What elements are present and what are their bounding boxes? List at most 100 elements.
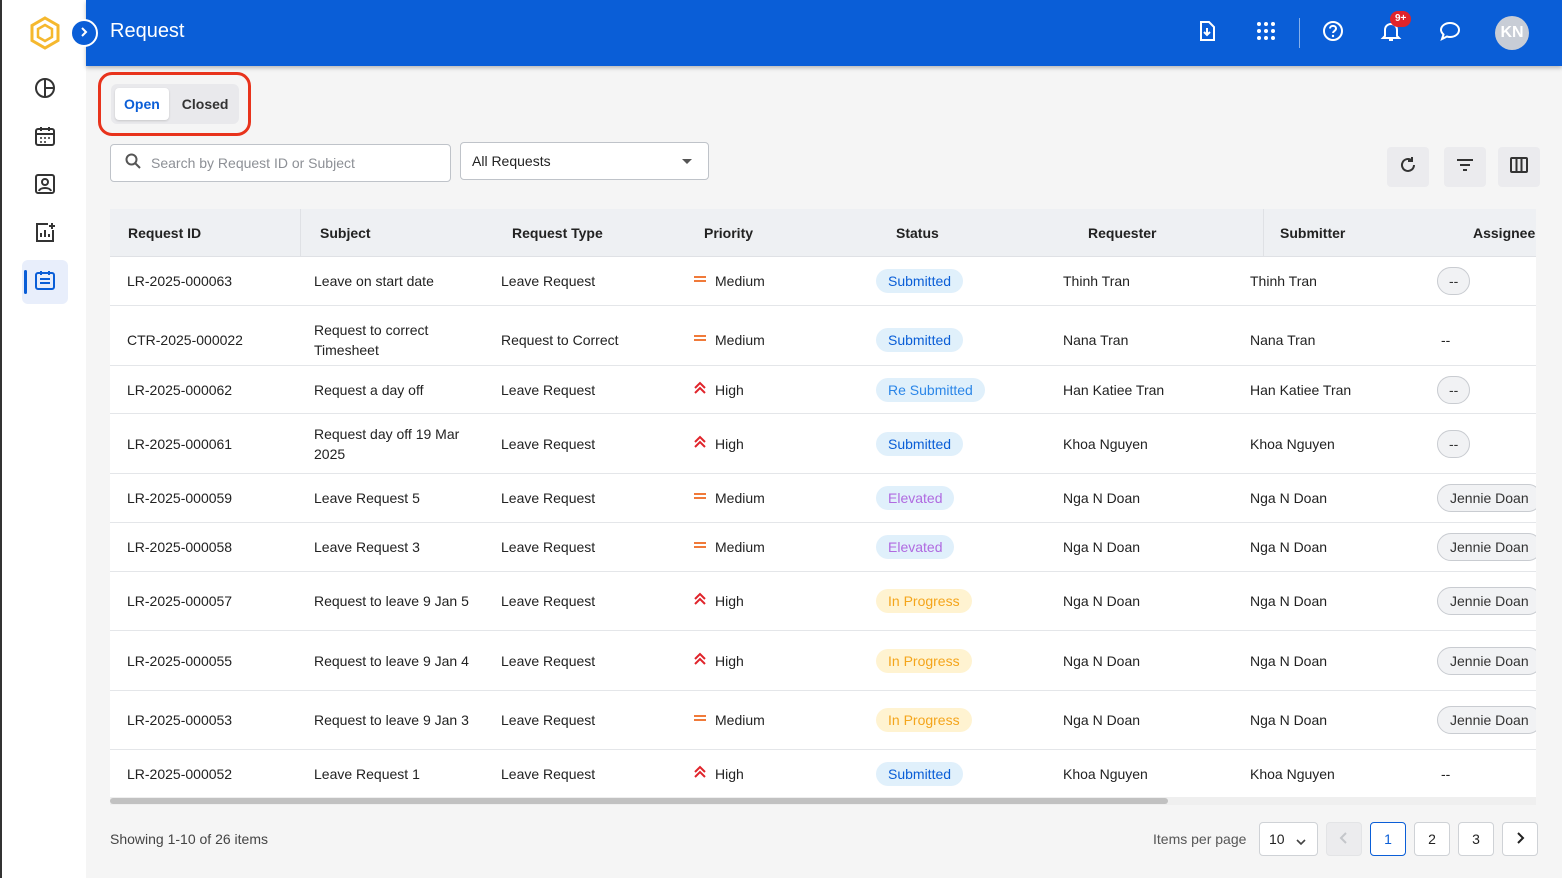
priority-high-icon	[693, 434, 707, 454]
assignee-cell: --	[1441, 330, 1450, 350]
assignee-cell: --	[1437, 429, 1471, 458]
table-row[interactable]: CTR-2025-000022 Request to correct Timesh…	[110, 314, 1536, 366]
column-header-submitter[interactable]: Submitter	[1280, 225, 1345, 241]
status-badge: Submitted	[876, 327, 964, 352]
assignee-cell: Jennie Doan	[1437, 587, 1536, 615]
column-divider	[1263, 209, 1264, 257]
submitter-cell: Nana Tran	[1250, 331, 1316, 348]
assignee-chip[interactable]: Jennie Doan	[1437, 646, 1536, 675]
priority-cell: Medium	[693, 710, 765, 730]
priority-high-icon	[693, 764, 707, 784]
request-type-cell: Leave Request	[501, 381, 596, 398]
scrollbar-thumb[interactable]	[110, 798, 1168, 804]
sidebar-item-calendar[interactable]	[22, 116, 68, 160]
subject-cell: Leave Request 3	[314, 539, 420, 555]
column-header-requester[interactable]: Requester	[1088, 225, 1156, 241]
subject-cell: Request day off 19 Mar 2025	[314, 425, 460, 462]
table-row[interactable]: LR-2025-000061 Request day off 19 Mar 202…	[110, 414, 1536, 474]
priority-cell: High	[693, 434, 744, 454]
sidebar-item-dashboard[interactable]	[22, 68, 68, 112]
table-row[interactable]: LR-2025-000058 Leave Request 3 Leave Reque…	[110, 523, 1536, 572]
assignee-chip[interactable]: Jennie Doan	[1437, 587, 1536, 615]
assignee-chip[interactable]: Jennie Doan	[1437, 484, 1536, 512]
next-page-button[interactable]	[1502, 822, 1538, 856]
status-cell: In Progress	[876, 589, 972, 613]
chevron-left-icon	[1339, 831, 1349, 847]
sidebar-item-profile[interactable]	[22, 164, 68, 208]
help-button[interactable]	[1318, 18, 1348, 48]
filter-button[interactable]	[1444, 147, 1486, 187]
assignee-empty: --	[1441, 766, 1451, 782]
request-filter-select[interactable]: All Requests	[460, 142, 709, 180]
table-row[interactable]: LR-2025-000059 Leave Request 5 Leave Reque…	[110, 474, 1536, 523]
priority-medium-icon	[693, 537, 707, 557]
horizontal-scrollbar[interactable]	[110, 797, 1536, 805]
request-type-cell: Leave Request	[501, 273, 596, 289]
requester-cell: Nga N Doan	[1063, 593, 1141, 609]
app-logo-icon[interactable]	[28, 16, 62, 50]
requester-cell: Thinh Tran	[1063, 273, 1130, 289]
assignee-chip[interactable]: --	[1437, 267, 1471, 295]
apps-grid-button[interactable]	[1251, 18, 1281, 48]
priority-label: High	[715, 381, 744, 398]
page-button-1[interactable]: 1	[1370, 822, 1406, 856]
sidebar-item-requests[interactable]	[22, 260, 68, 304]
help-icon	[1322, 20, 1344, 47]
chat-button[interactable]	[1435, 18, 1465, 48]
table-row[interactable]: LR-2025-000053 Request to leave 9 Jan 3 Le…	[110, 691, 1536, 750]
assignee-cell: --	[1441, 764, 1450, 784]
column-header-assignee[interactable]: Assignee	[1473, 225, 1535, 241]
column-header-status[interactable]: Status	[896, 225, 939, 241]
assignee-cell: --	[1437, 375, 1471, 404]
sidebar-expand-button[interactable]	[70, 19, 98, 47]
assignee-chip[interactable]: Jennie Doan	[1437, 706, 1536, 734]
table-row[interactable]: LR-2025-000055 Request to leave 9 Jan 4 Le…	[110, 631, 1536, 691]
column-header-request-id[interactable]: Request ID	[128, 225, 201, 241]
table-row[interactable]: LR-2025-000062 Request a day off Leave Req…	[110, 366, 1536, 414]
assignee-cell: Jennie Doan	[1437, 533, 1536, 561]
page-button-3[interactable]: 3	[1458, 822, 1494, 856]
table-row[interactable]: LR-2025-000063 Leave on start date Leave R…	[110, 257, 1536, 306]
user-avatar[interactable]: KN	[1495, 16, 1529, 50]
requester-cell: Nga N Doan	[1063, 490, 1141, 506]
sidebar-item-analytics[interactable]	[22, 212, 68, 256]
submitter-cell: Han Katiee Tran	[1250, 381, 1352, 398]
priority-high-icon	[693, 380, 707, 400]
refresh-button[interactable]	[1387, 147, 1429, 187]
column-header-subject[interactable]: Subject	[320, 225, 371, 241]
download-file-button[interactable]	[1192, 18, 1222, 48]
status-cell: Submitted	[876, 269, 964, 293]
request-filter-value: All Requests	[472, 153, 551, 169]
sidebar	[0, 0, 86, 878]
prev-page-button[interactable]	[1326, 822, 1362, 856]
notifications-button[interactable]: 9+	[1376, 11, 1412, 48]
priority-label: Medium	[715, 712, 765, 728]
priority-cell: High	[693, 591, 744, 611]
requester-cell: Nga N Doan	[1063, 712, 1141, 728]
request-id-cell: LR-2025-000062	[127, 381, 233, 398]
assignee-chip[interactable]: --	[1437, 429, 1471, 458]
priority-cell: High	[693, 651, 744, 671]
priority-label: Medium	[715, 273, 765, 289]
request-id-cell: LR-2025-000059	[127, 490, 233, 506]
page-button-2[interactable]: 2	[1414, 822, 1450, 856]
assignee-chip[interactable]: Jennie Doan	[1437, 533, 1536, 561]
column-header-priority[interactable]: Priority	[704, 225, 753, 241]
priority-medium-icon	[693, 330, 707, 350]
assignee-chip[interactable]: --	[1437, 375, 1471, 404]
columns-button[interactable]	[1498, 147, 1540, 187]
search-input[interactable]	[151, 155, 431, 171]
submitter-cell: Nga N Doan	[1250, 652, 1328, 669]
caret-down-icon	[682, 159, 692, 164]
status-cell: Elevated	[876, 535, 955, 559]
items-per-page-select[interactable]: 10	[1259, 822, 1318, 856]
table-row[interactable]: LR-2025-000052 Leave Request 1 Leave Reque…	[110, 750, 1536, 799]
table-row[interactable]: LR-2025-000057 Request to leave 9 Jan 5 Le…	[110, 572, 1536, 631]
column-header-request-type[interactable]: Request Type	[512, 225, 603, 241]
assignee-cell: Jennie Doan	[1437, 484, 1536, 512]
subject-cell: Leave on start date	[314, 273, 434, 289]
request-type-cell: Leave Request	[501, 539, 596, 555]
notification-badge: 9+	[1390, 11, 1412, 27]
requester-cell: Nana Tran	[1063, 331, 1129, 348]
priority-label: Medium	[715, 490, 765, 506]
